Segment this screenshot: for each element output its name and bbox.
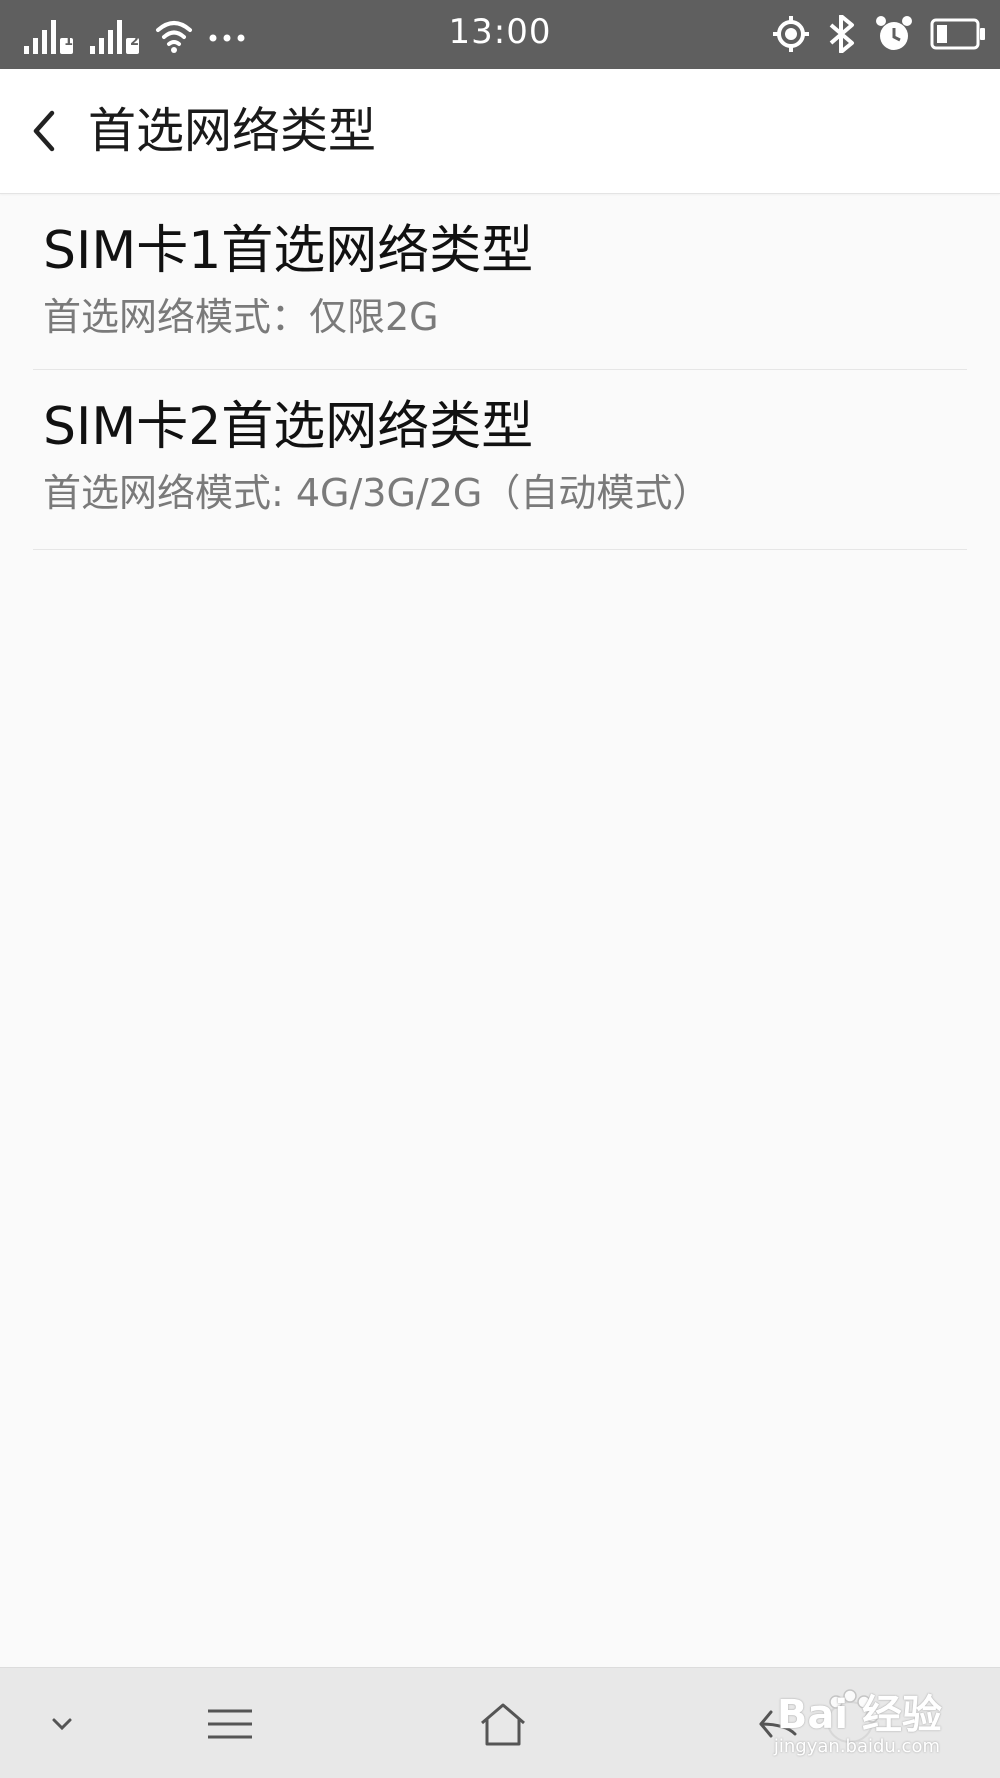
battery-icon — [930, 17, 986, 51]
nav-collapse-button[interactable] — [2, 1668, 122, 1778]
alarm-icon — [874, 15, 914, 53]
watermark-brand: Bai 经验 — [776, 1692, 942, 1738]
chevron-down-icon — [48, 1714, 76, 1734]
status-bar: 1 2 13:00 — [0, 0, 1000, 69]
nav-home-button[interactable] — [443, 1668, 563, 1778]
bluetooth-icon — [826, 15, 858, 53]
list-item-title: SIM卡1首选网络类型 — [43, 221, 534, 281]
list-item-title: SIM卡2首选网络类型 — [43, 397, 534, 457]
phone-screen: 1 2 13:00 首选网络类型 SIM卡1首选网络类型 首选网络模式：仅限2G… — [0, 0, 1000, 1778]
chevron-left-icon — [22, 105, 70, 157]
page-title: 首选网络类型 — [88, 103, 377, 159]
list-item-sim1-network-type[interactable]: SIM卡1首选网络类型 首选网络模式：仅限2G — [33, 194, 967, 370]
nav-menu-button[interactable] — [170, 1668, 290, 1778]
menu-icon — [206, 1706, 254, 1742]
watermark-url: jingyan.baidu.com — [773, 1736, 940, 1757]
list-item-subtitle: 首选网络模式: 4G/3G/2G（自动模式） — [43, 471, 711, 515]
list-item-subtitle: 首选网络模式：仅限2G — [43, 295, 439, 339]
back-button[interactable] — [22, 105, 70, 157]
status-right-group — [772, 12, 986, 56]
location-icon — [772, 15, 810, 53]
list-item-sim2-network-type[interactable]: SIM卡2首选网络类型 首选网络模式: 4G/3G/2G（自动模式） — [33, 370, 967, 550]
settings-list: SIM卡1首选网络类型 首选网络模式：仅限2G SIM卡2首选网络类型 首选网络… — [33, 194, 967, 550]
home-icon — [478, 1701, 528, 1747]
app-header: 首选网络类型 — [0, 69, 1000, 194]
